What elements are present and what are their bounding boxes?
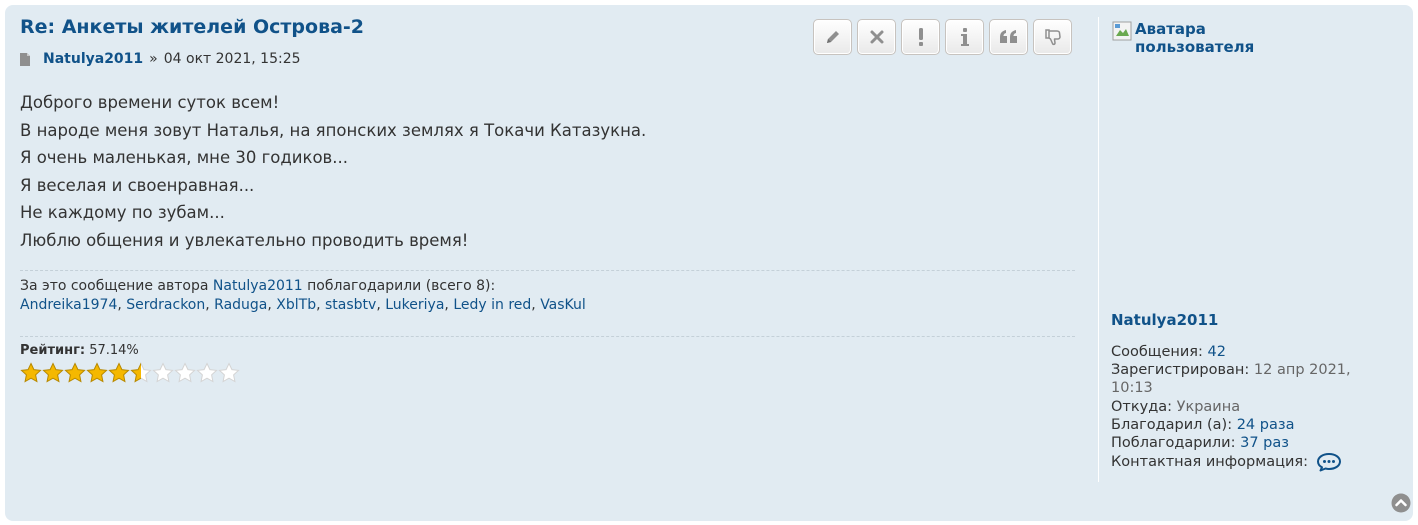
info-button[interactable] (945, 19, 984, 55)
comma: , (376, 297, 386, 313)
post-container: Re: Анкеты жителей Острова-2 Natulya2011… (5, 5, 1413, 521)
profile-was-thanked: Поблагодарили: 37 раз (1111, 434, 1351, 452)
profile-posts: Сообщения: 42 (1111, 343, 1351, 361)
author-separator: » (149, 51, 158, 67)
quote-button[interactable] (989, 19, 1028, 55)
was-thanked-label: Поблагодарили: (1111, 435, 1241, 452)
thanks-author-link[interactable]: Natulya2011 (213, 278, 303, 294)
chat-bubble-icon[interactable] (1316, 452, 1342, 472)
thanks-user-link[interactable]: Andreika1974 (20, 297, 117, 313)
rating-value: 57.14% (89, 343, 139, 358)
back-to-top-icon[interactable] (1391, 493, 1411, 513)
location-label: Откуда: (1111, 398, 1177, 415)
thanks-divider (20, 270, 1075, 271)
rating-star[interactable] (196, 362, 218, 384)
content-line: Люблю общения и увлекательно проводить в… (20, 230, 469, 250)
contact-label: Контактная информация: (1111, 454, 1308, 471)
profile-location: Откуда: Украина (1111, 398, 1351, 416)
info-icon (960, 28, 969, 46)
posts-count-link[interactable]: 42 (1208, 344, 1226, 360)
profile-divider (1098, 17, 1099, 482)
thanks-prefix: За это сообщение автора (20, 278, 213, 294)
broken-image-icon (1112, 21, 1132, 41)
delete-icon (870, 30, 883, 44)
post-date: 04 окт 2021, 15:25 (163, 51, 301, 67)
post-title[interactable]: Re: Анкеты жителей Острова-2 (20, 16, 364, 38)
profile-info: Сообщения: 42 Зарегистрирован: 12 апр 20… (1111, 343, 1351, 472)
rating-star[interactable] (64, 362, 86, 384)
avatar[interactable]: Аватара пользователя (1111, 20, 1295, 56)
thanked-label: Благодарил (а): (1111, 416, 1237, 433)
profile-registered: Зарегистрирован: 12 апр 2021, (1111, 361, 1351, 379)
registered-date: 12 апр 2021, (1253, 362, 1351, 379)
thanks-user-link[interactable]: XblTb (276, 297, 316, 313)
was-thanked-link[interactable]: 37 раз (1240, 435, 1289, 451)
rating-star[interactable] (108, 362, 130, 384)
rating-star[interactable] (152, 362, 174, 384)
rating-star[interactable] (218, 362, 240, 384)
thanks-user-link[interactable]: Raduga (214, 297, 267, 313)
content-line: В народе меня зовут Наталья, на японских… (20, 120, 647, 140)
thanked-link[interactable]: 24 раза (1237, 417, 1295, 433)
report-button[interactable] (901, 19, 940, 55)
comma: , (316, 297, 326, 313)
thanks-users: Andreika1974, Serdrackon, Raduga, XblTb,… (20, 296, 586, 315)
edit-icon (826, 31, 839, 43)
thumbs-down-icon (1044, 29, 1061, 46)
delete-button[interactable] (857, 19, 896, 55)
quote-icon (999, 30, 1017, 43)
posts-label: Сообщения: (1111, 344, 1208, 360)
post-actions (813, 19, 1072, 55)
rating-stars[interactable] (20, 362, 240, 384)
report-icon (918, 28, 923, 46)
content-line: Я веселая и своенравная... (20, 175, 255, 195)
post-author[interactable]: Natulya2011 (43, 51, 143, 67)
rating-star[interactable] (174, 362, 196, 384)
comma: , (267, 297, 277, 313)
document-icon[interactable] (20, 52, 30, 66)
thanks-user-link[interactable]: VasKul (540, 297, 586, 313)
rating-star[interactable] (20, 362, 42, 384)
registered-label: Зарегистрирован: (1111, 362, 1254, 379)
location-value: Украина (1176, 398, 1241, 415)
post-content: Доброго времени суток всем! В народе мен… (20, 89, 646, 254)
comma: , (205, 297, 215, 313)
registered-time: 10:13 (1111, 380, 1153, 397)
comma: , (117, 297, 127, 313)
avatar-alt-text: Аватара пользователя (1135, 20, 1255, 56)
rating-star[interactable] (130, 362, 152, 384)
content-line: Не каждому по зубам... (20, 203, 225, 222)
edit-button[interactable] (813, 19, 852, 55)
thanks-user-link[interactable]: Serdrackon (126, 297, 205, 313)
rating-star[interactable] (42, 362, 64, 384)
comma: , (531, 297, 541, 313)
content-line: Доброго времени суток всем! (20, 93, 280, 112)
rating-label: Рейтинг: (20, 343, 86, 358)
content-line: Я очень маленькая, мне 30 годиков... (20, 148, 349, 167)
thumbs-down-button[interactable] (1033, 19, 1072, 55)
comma: , (444, 297, 454, 313)
rating-text: Рейтинг: 57.14% (20, 343, 139, 358)
thanks-suffix: поблагодарили (всего 8): (302, 278, 496, 294)
post-author-line: Natulya2011 » 04 окт 2021, 15:25 (20, 51, 301, 67)
thanks-user-link[interactable]: stasbtv (325, 297, 376, 313)
rating-divider (20, 336, 1075, 337)
profile-thanked: Благодарил (а): 24 раза (1111, 416, 1351, 434)
profile-username[interactable]: Natulya2011 (1111, 311, 1218, 329)
profile-contact: Контактная информация: (1111, 452, 1351, 472)
thanks-block: За это сообщение автора Natulya2011 побл… (20, 277, 586, 315)
rating-star[interactable] (86, 362, 108, 384)
thanks-user-link[interactable]: Ledy in red (453, 297, 531, 313)
thanks-user-link[interactable]: Lukeriya (385, 297, 444, 313)
